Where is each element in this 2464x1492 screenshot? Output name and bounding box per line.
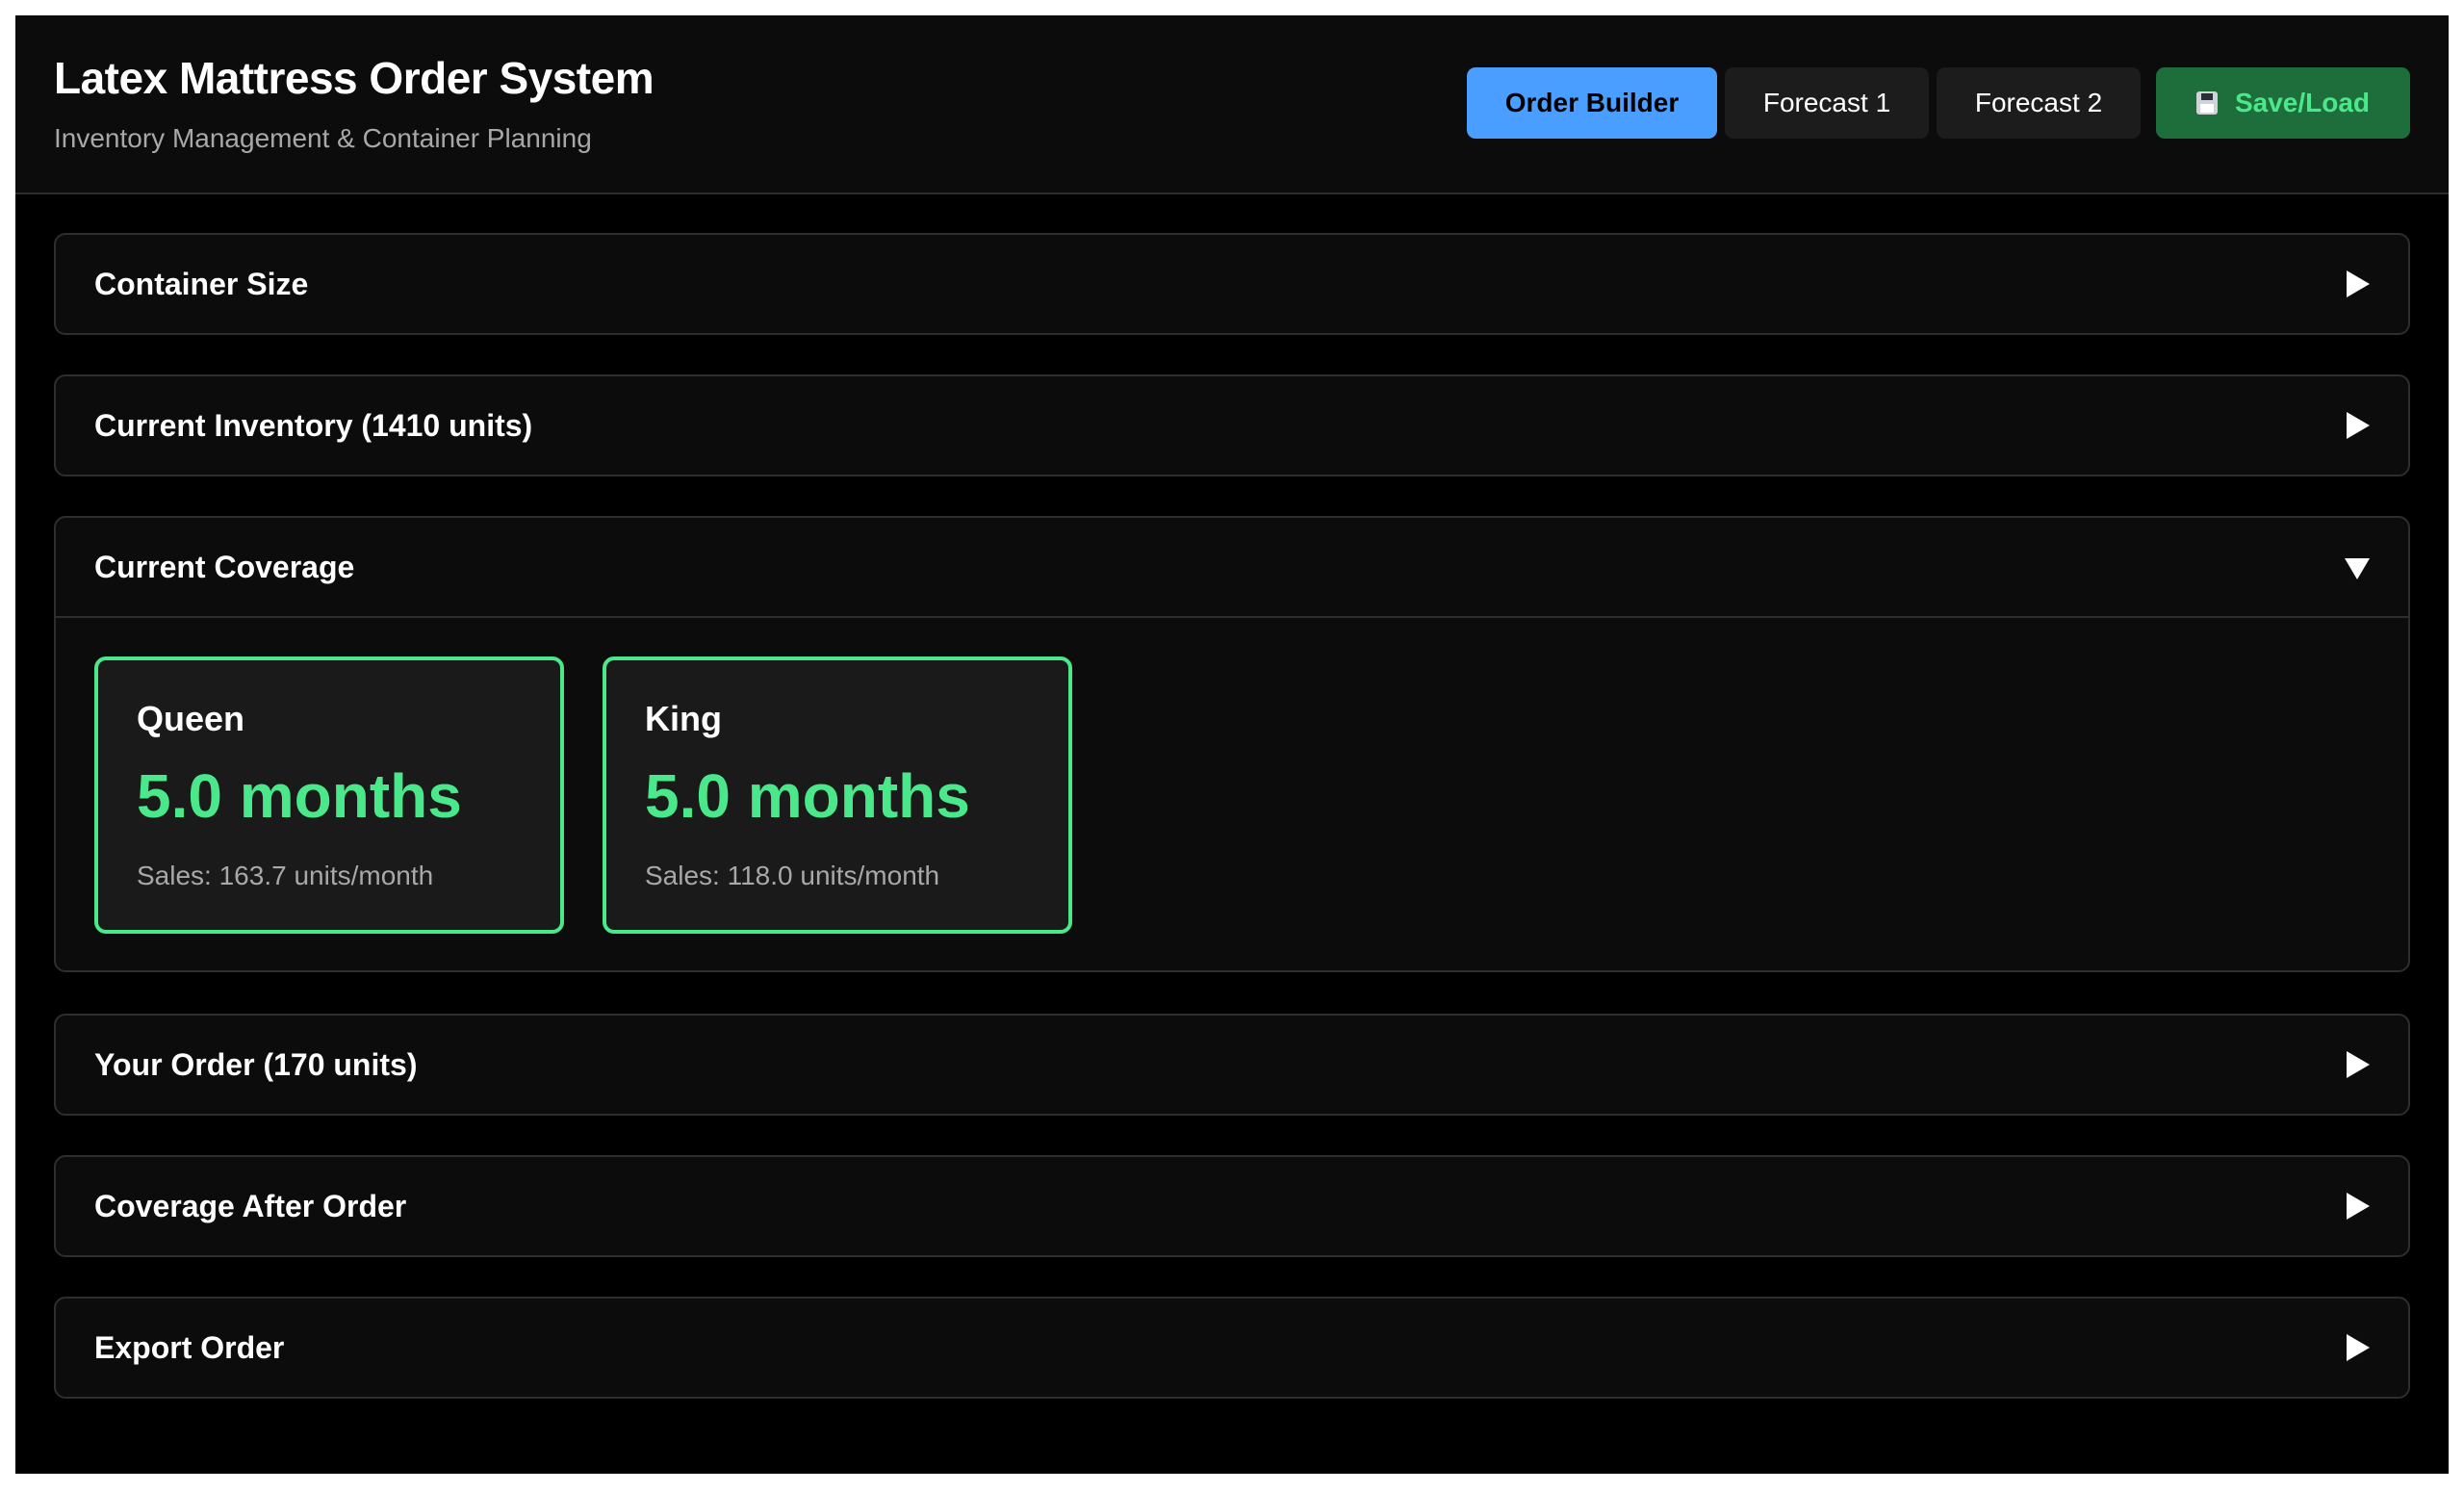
section-header-coverage-after-order[interactable]: Coverage After Order [56,1157,2408,1255]
coverage-card-sales: Sales: 118.0 units/month [645,861,940,890]
save-load-label: Save/Load [2234,88,2371,117]
chevron-right-icon [2347,1051,2370,1078]
coverage-body: Queen 5.0 months Sales: 163.7 units/mont… [56,616,2408,970]
section-your-order: Your Order (170 units) [54,1014,2410,1116]
section-title: Your Order (170 units) [94,1047,418,1082]
coverage-card-months: 5.0 months [645,761,970,831]
forecast-1-tab[interactable]: Forecast 1 [1725,67,1929,139]
coverage-card-queen: Queen 5.0 months Sales: 163.7 units/mont… [94,656,564,934]
section-container-size: Container Size [54,233,2410,335]
section-coverage-after-order: Coverage After Order [54,1155,2410,1257]
chevron-down-icon [2345,558,2370,579]
section-header-your-order[interactable]: Your Order (170 units) [56,1016,2408,1114]
chevron-right-icon [2347,1193,2370,1220]
section-title: Coverage After Order [94,1189,407,1223]
section-title: Current Inventory (1410 units) [94,408,533,443]
section-current-coverage: Current Coverage Queen 5.0 months Sales:… [54,516,2410,972]
section-export-order: Export Order [54,1297,2410,1399]
coverage-card-name: Queen [137,699,245,738]
app-subtitle: Inventory Management & Container Plannin… [54,123,592,153]
app-window: Latex Mattress Order System Inventory Ma… [15,15,2449,1474]
section-title: Container Size [94,267,309,301]
order-builder-tab[interactable]: Order Builder [1467,67,1717,139]
forecast-2-tab[interactable]: Forecast 2 [1937,67,2141,139]
save-load-button[interactable]: Save/Load [2156,67,2410,139]
section-header-container-size[interactable]: Container Size [56,235,2408,333]
floppy-disk-icon [2195,91,2218,115]
section-title: Export Order [94,1330,285,1365]
section-header-current-coverage[interactable]: Current Coverage [56,518,2408,616]
coverage-card-king: King 5.0 months Sales: 118.0 units/month [603,656,1072,934]
section-current-inventory: Current Inventory (1410 units) [54,374,2410,476]
section-header-current-inventory[interactable]: Current Inventory (1410 units) [56,376,2408,475]
chevron-right-icon [2347,1334,2370,1361]
section-title: Current Coverage [94,550,355,584]
app-header: Latex Mattress Order System Inventory Ma… [15,15,2449,194]
coverage-card-name: King [645,699,722,738]
coverage-card-months: 5.0 months [137,761,462,831]
coverage-card-sales: Sales: 163.7 units/month [137,861,434,890]
chevron-right-icon [2347,412,2370,439]
section-header-export-order[interactable]: Export Order [56,1299,2408,1397]
app-title: Latex Mattress Order System [54,53,654,103]
chevron-right-icon [2347,270,2370,297]
